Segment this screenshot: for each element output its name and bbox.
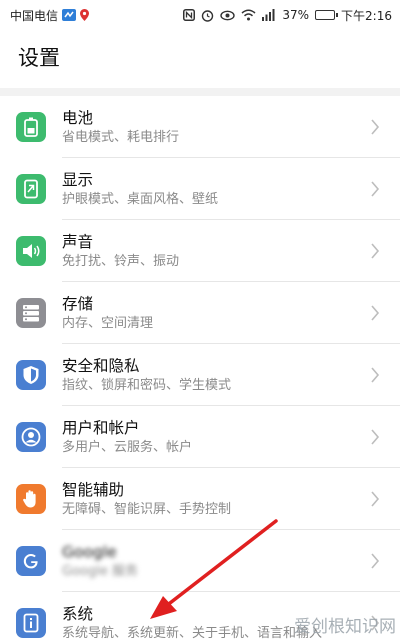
chevron-right-icon [371, 367, 380, 383]
settings-item-subtitle: 护眼模式、桌面风格、壁纸 [62, 191, 219, 207]
settings-item-google[interactable]: Google Google 服务 [0, 530, 400, 592]
battery-icon [16, 112, 46, 142]
chevron-right-icon [371, 305, 380, 321]
settings-item-title: 用户和帐户 [62, 418, 140, 437]
signal-icon [262, 9, 276, 21]
settings-item-subtitle: 多用户、云服务、帐户 [62, 439, 193, 455]
clock: 下午2:16 [341, 8, 392, 23]
settings-item-title: 存储 [62, 294, 94, 313]
battery-percent: 37% [282, 8, 310, 22]
section-divider [0, 88, 400, 96]
settings-list: 电池 省电模式、耗电排行 显示 护眼模式、桌面风格、壁纸 声音 免打扰、铃声、振… [0, 96, 400, 639]
chevron-right-icon [371, 429, 380, 445]
settings-item-subtitle: Google 服务 [62, 563, 138, 579]
storage-icon [16, 298, 46, 328]
watermark: 爱创根知识网 [294, 617, 396, 637]
settings-item-title: Google [62, 542, 117, 561]
page-title: 设置 [18, 46, 60, 70]
settings-item-subtitle: 免打扰、铃声、振动 [62, 253, 180, 269]
display-icon [16, 174, 46, 204]
battery-indicator-icon [315, 10, 339, 20]
location-pin-icon [80, 9, 90, 21]
settings-item-title: 声音 [62, 232, 94, 251]
settings-item-subtitle: 指纹、锁屏和密码、学生模式 [62, 377, 232, 393]
system-icon [16, 608, 46, 638]
speaker-icon [16, 236, 46, 266]
chevron-right-icon [371, 491, 380, 507]
settings-item-storage[interactable]: 存储 内存、空间清理 [0, 282, 400, 344]
settings-item-subtitle: 省电模式、耗电排行 [62, 129, 180, 145]
alarm-icon [201, 9, 214, 22]
chevron-right-icon [371, 553, 380, 569]
settings-item-smart-assist[interactable]: 智能辅助 无障碍、智能识屏、手势控制 [0, 468, 400, 530]
settings-item-title: 电池 [62, 108, 94, 127]
eye-comfort-icon [220, 10, 236, 21]
user-icon [16, 422, 46, 452]
settings-item-users[interactable]: 用户和帐户 多用户、云服务、帐户 [0, 406, 400, 468]
nfc-icon [183, 9, 196, 21]
settings-item-subtitle: 无障碍、智能识屏、手势控制 [62, 501, 232, 517]
notification-app-icon [62, 9, 77, 21]
shield-icon [16, 360, 46, 390]
settings-item-battery[interactable]: 电池 省电模式、耗电排行 [0, 96, 400, 158]
carrier-label: 中国电信 [10, 8, 59, 23]
settings-item-title: 智能辅助 [62, 480, 125, 499]
hand-icon [16, 484, 46, 514]
settings-item-title: 安全和隐私 [62, 356, 140, 375]
status-bar: 中国电信 37% 下午2:16 [0, 0, 400, 30]
settings-item-subtitle: 内存、空间清理 [62, 315, 154, 331]
settings-item-title: 显示 [62, 170, 94, 189]
wifi-icon [241, 9, 256, 21]
settings-item-security[interactable]: 安全和隐私 指纹、锁屏和密码、学生模式 [0, 344, 400, 406]
google-icon [16, 546, 46, 576]
settings-item-display[interactable]: 显示 护眼模式、桌面风格、壁纸 [0, 158, 400, 220]
chevron-right-icon [371, 119, 380, 135]
chevron-right-icon [371, 181, 380, 197]
chevron-right-icon [371, 243, 380, 259]
settings-item-sound[interactable]: 声音 免打扰、铃声、振动 [0, 220, 400, 282]
